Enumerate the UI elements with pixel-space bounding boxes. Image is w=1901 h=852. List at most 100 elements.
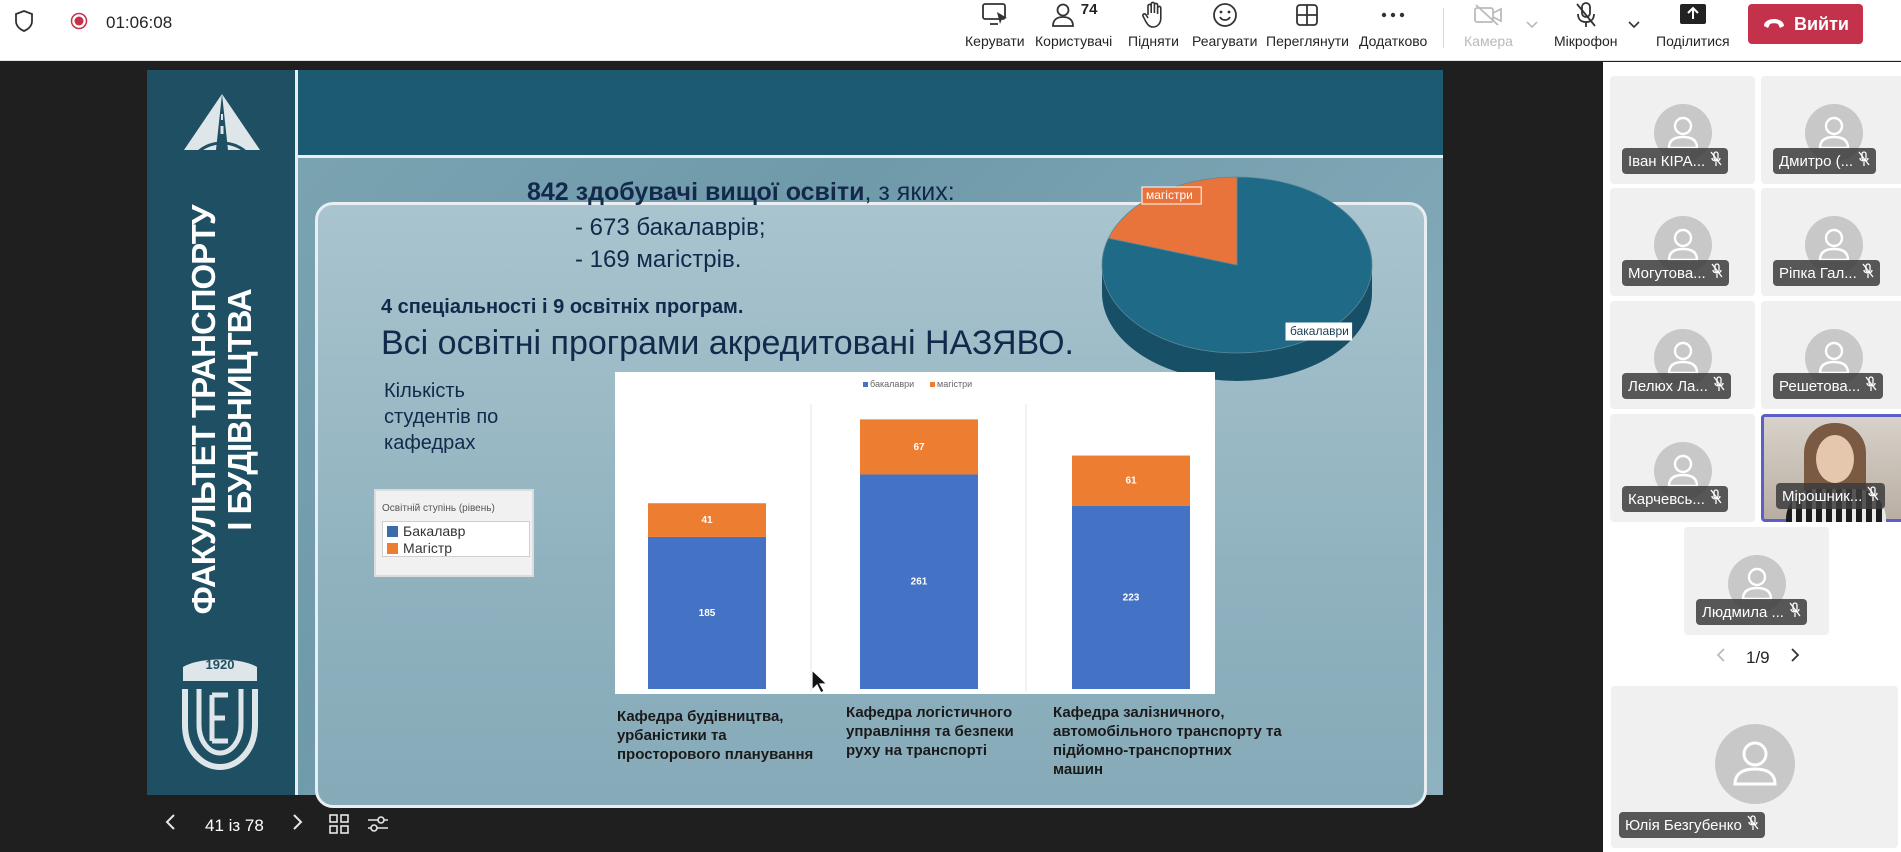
mic-options-chevron-icon[interactable] bbox=[1628, 16, 1640, 34]
active-speaker-tile[interactable]: Юлія Безгубенко bbox=[1611, 686, 1898, 848]
mic-muted-icon bbox=[1713, 376, 1725, 396]
pie-label-masters: магістри bbox=[1141, 186, 1202, 205]
gallery-prev-chevron-icon[interactable] bbox=[1716, 647, 1726, 668]
slide-settings-icon[interactable] bbox=[366, 813, 390, 841]
raise-hand-button[interactable]: Підняти bbox=[1128, 0, 1179, 56]
svg-text:бакалаври: бакалаври bbox=[1290, 324, 1349, 338]
gallery-next-chevron-icon[interactable] bbox=[1790, 647, 1800, 668]
avatar bbox=[1715, 724, 1795, 804]
degree-legend-box: Бакалавр Магістр bbox=[382, 521, 530, 557]
toolbar-left: 01:06:08 bbox=[14, 9, 173, 37]
degree-legend: Освітній ступінь (рівень) Бакалавр Магіс… bbox=[374, 489, 534, 577]
share-label: Поділитися bbox=[1656, 33, 1730, 49]
control-button[interactable]: Керувати bbox=[965, 0, 1025, 56]
slide-header-band bbox=[298, 70, 1443, 155]
road-logo-icon bbox=[182, 92, 262, 159]
participants-label: Користувачі bbox=[1035, 33, 1113, 49]
slide-grid-icon[interactable] bbox=[328, 813, 350, 841]
more-label: Додатково bbox=[1359, 33, 1428, 49]
gallery-page-text: 1/9 bbox=[1746, 647, 1770, 667]
svg-text:магістри: магістри bbox=[937, 379, 972, 389]
participant-name: Лелюх Ла... bbox=[1628, 377, 1708, 395]
mic-muted-icon bbox=[1789, 602, 1801, 622]
bar-chart: бакалаври магістри 185 41 261 67 223 61 bbox=[615, 372, 1215, 694]
bar-data-label: 67 bbox=[913, 442, 925, 453]
participant-tile[interactable]: Карчевсь... bbox=[1610, 414, 1755, 522]
share-button[interactable]: Поділитися bbox=[1656, 0, 1730, 56]
participant-name-badge: Іван КІРА... bbox=[1622, 148, 1729, 174]
camera-button[interactable]: Камера bbox=[1464, 0, 1513, 56]
more-icon bbox=[1381, 1, 1405, 29]
view-label: Переглянути bbox=[1266, 33, 1349, 49]
pie-chart-svg: бакалаври магістри bbox=[1101, 176, 1373, 381]
participant-tile[interactable]: Мірошник... bbox=[1761, 414, 1901, 522]
participant-tile[interactable]: Могутова... bbox=[1610, 188, 1755, 296]
grid-view-icon bbox=[1295, 1, 1319, 29]
more-button[interactable]: Додатково bbox=[1359, 0, 1427, 56]
participant-tile[interactable]: Ріпка Гал... bbox=[1761, 188, 1901, 296]
participant-tile[interactable]: Решетова... bbox=[1761, 301, 1901, 409]
prev-slide-chevron-icon[interactable] bbox=[164, 813, 176, 837]
caption-dept-1: Кафедра будівництва, урбаністики та прос… bbox=[617, 708, 814, 763]
view-button[interactable]: Переглянути bbox=[1266, 0, 1349, 56]
participant-name: Ріпка Гал... bbox=[1779, 264, 1857, 282]
react-button[interactable]: Реагувати bbox=[1192, 0, 1257, 56]
sidebar-divider bbox=[295, 70, 298, 795]
participant-name: Іван КІРА... bbox=[1628, 152, 1706, 170]
participant-name: Дмитро (... bbox=[1779, 152, 1854, 170]
legend-master-label: Магістр bbox=[403, 540, 453, 556]
participant-tile[interactable]: Лелюх Ла... bbox=[1610, 301, 1755, 409]
people-icon: 74 bbox=[1050, 1, 1098, 29]
participant-name-badge: Людмила ... bbox=[1696, 599, 1807, 625]
leave-button[interactable]: Вийти bbox=[1748, 4, 1863, 44]
bar-data-label: 223 bbox=[1123, 592, 1140, 603]
accreditation-line: Всі освітні програми акредитовані НАЗЯВО… bbox=[381, 324, 1074, 362]
legend-item-master: Магістр bbox=[387, 540, 452, 556]
mic-muted-icon bbox=[1747, 815, 1759, 835]
toolbar-divider bbox=[1443, 8, 1444, 48]
microphone-button[interactable]: Мікрофон bbox=[1554, 0, 1618, 56]
faculty-title-line2: І БУДІВНИЦТВА bbox=[221, 289, 258, 531]
camera-label: Камера bbox=[1464, 33, 1513, 49]
leave-label: Вийти bbox=[1793, 13, 1849, 34]
participant-name: Карчевсь... bbox=[1628, 490, 1705, 508]
bar-data-label: 41 bbox=[701, 515, 713, 526]
participant-name: Могутова... bbox=[1628, 264, 1706, 282]
meeting-toolbar: 01:06:08 Керувати 74 Користувачі Підняти… bbox=[0, 0, 1901, 61]
logo-year: 1920 bbox=[205, 657, 235, 672]
bar-data-label: 261 bbox=[911, 577, 928, 588]
phone-hangup-icon bbox=[1762, 14, 1786, 35]
participant-name: Мірошник... bbox=[1782, 487, 1863, 505]
bar-legend-item: бакалаври bbox=[863, 379, 914, 389]
participants-count: 74 bbox=[1080, 1, 1098, 18]
share-icon bbox=[1679, 1, 1707, 29]
active-speaker-name: Юлія Безгубенко bbox=[1625, 816, 1742, 834]
participant-tile[interactable]: Дмитро (... bbox=[1761, 76, 1901, 184]
react-label: Реагувати bbox=[1192, 33, 1258, 49]
mic-muted-icon bbox=[1862, 263, 1874, 283]
shield-icon[interactable] bbox=[14, 9, 34, 37]
legend-bachelor-label: Бакалавр bbox=[403, 523, 466, 539]
screen-control-icon bbox=[981, 1, 1009, 29]
participant-tile[interactable]: Іван КІРА... bbox=[1610, 76, 1755, 184]
students-total-line: 842 здобувачі вищої освіти, з яких: bbox=[527, 178, 955, 207]
next-slide-chevron-icon[interactable] bbox=[292, 813, 304, 837]
camera-options-chevron-icon[interactable] bbox=[1526, 16, 1538, 34]
participant-name: Решетова... bbox=[1779, 377, 1861, 395]
meeting-timer: 01:06:08 bbox=[106, 13, 173, 32]
participant-name-badge: Карчевсь... bbox=[1622, 486, 1728, 512]
masters-line: - 169 магістрів. bbox=[575, 246, 742, 273]
bachelors-line: - 673 бакалаврів; bbox=[575, 214, 766, 241]
participant-tile[interactable]: Людмила ... bbox=[1684, 527, 1829, 635]
recording-icon bbox=[70, 12, 88, 35]
participant-name-badge: Мірошник... bbox=[1776, 483, 1886, 509]
participants-button[interactable]: 74 Користувачі bbox=[1035, 0, 1112, 56]
faculty-vertical-title: ФАКУЛЬТЕТ ТРАНСПОРТУ І БУДІВНИЦТВА bbox=[185, 206, 258, 615]
control-label: Керувати bbox=[965, 33, 1025, 49]
mic-muted-icon bbox=[1867, 486, 1879, 506]
bar-data-label: 61 bbox=[1125, 476, 1137, 487]
participant-name: Людмила ... bbox=[1702, 603, 1784, 621]
mic-muted-icon bbox=[1710, 489, 1722, 509]
smile-icon bbox=[1212, 1, 1238, 29]
degree-legend-title: Освітній ступінь (рівень) bbox=[382, 503, 495, 514]
